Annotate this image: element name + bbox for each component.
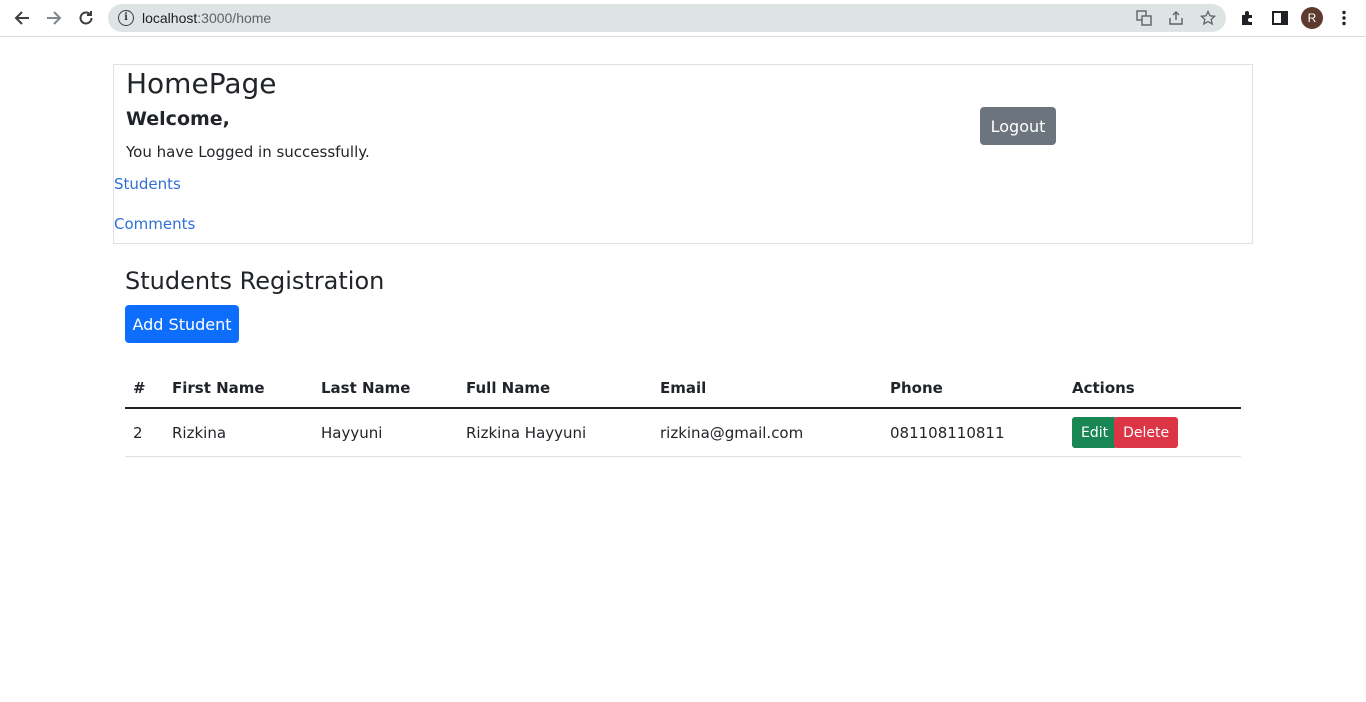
forward-arrow-icon[interactable] <box>42 6 66 30</box>
bookmark-star-icon[interactable] <box>1199 9 1217 27</box>
cell-last-name: Hayyuni <box>313 408 458 457</box>
logout-button[interactable]: Logout <box>980 107 1056 145</box>
url-path: :3000/home <box>197 10 272 26</box>
back-arrow-icon[interactable] <box>10 6 34 30</box>
add-student-button[interactable]: Add Student <box>125 305 239 343</box>
column-header-phone: Phone <box>882 368 1064 409</box>
column-header-actions: Actions <box>1064 368 1241 409</box>
url-text[interactable]: localhost:3000/home <box>142 10 271 26</box>
cell-actions: Edit Delete <box>1064 408 1241 457</box>
column-header-id: # <box>125 368 164 409</box>
cell-first-name: Rizkina <box>164 408 313 457</box>
students-table-container: # First Name Last Name Full Name Email P… <box>125 368 1241 457</box>
delete-button[interactable]: Delete <box>1114 417 1179 448</box>
profile-avatar[interactable]: R <box>1301 7 1323 29</box>
url-host: localhost <box>142 10 198 26</box>
welcome-heading: Welcome, <box>126 108 230 130</box>
cell-phone: 081108110811 <box>882 408 1064 457</box>
column-header-last-name: Last Name <box>313 368 458 409</box>
reload-icon[interactable] <box>74 6 98 30</box>
table-row: 2 Rizkina Hayyuni Rizkina Hayyuni rizkin… <box>125 408 1241 457</box>
comments-link[interactable]: Comments <box>114 215 195 233</box>
login-success-message: You have Logged in successfully. <box>126 143 370 161</box>
translate-icon[interactable] <box>1135 9 1153 27</box>
column-header-email: Email <box>652 368 882 409</box>
side-panel-icon[interactable] <box>1270 8 1290 28</box>
home-card: HomePage Welcome, You have Logged in suc… <box>113 64 1253 244</box>
table-header-row: # First Name Last Name Full Name Email P… <box>125 368 1241 409</box>
students-table: # First Name Last Name Full Name Email P… <box>125 368 1241 457</box>
students-link[interactable]: Students <box>114 175 181 193</box>
browser-toolbar: i localhost:3000/home R <box>0 0 1366 37</box>
cell-id: 2 <box>125 408 164 457</box>
section-title: Students Registration <box>125 267 385 295</box>
column-header-full-name: Full Name <box>458 368 652 409</box>
edit-button[interactable]: Edit <box>1072 417 1118 448</box>
page-title: HomePage <box>126 67 277 100</box>
column-header-first-name: First Name <box>164 368 313 409</box>
cell-email: rizkina@gmail.com <box>652 408 882 457</box>
menu-kebab-icon[interactable] <box>1334 8 1354 28</box>
share-icon[interactable] <box>1167 9 1185 27</box>
extensions-puzzle-icon[interactable] <box>1238 8 1258 28</box>
site-info-icon[interactable]: i <box>118 10 134 26</box>
address-bar[interactable]: i localhost:3000/home <box>108 4 1226 32</box>
cell-full-name: Rizkina Hayyuni <box>458 408 652 457</box>
